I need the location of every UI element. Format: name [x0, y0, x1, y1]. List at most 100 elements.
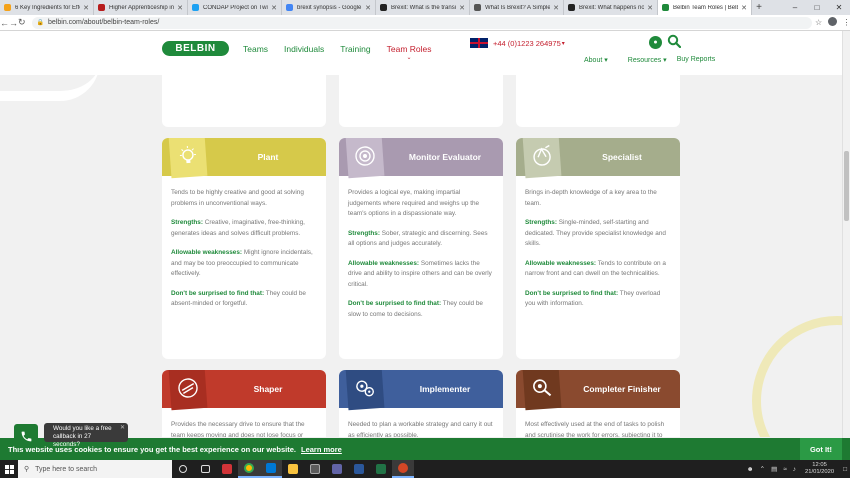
card-header: Shaper — [162, 370, 326, 411]
taskbar-search-input[interactable]: ⚲ Type here to search — [18, 460, 172, 478]
card-strengths: Strengths: Creative, imaginative, free-t… — [171, 219, 305, 237]
back-icon[interactable]: ← — [0, 18, 9, 28]
word-icon[interactable] — [348, 460, 370, 478]
nav-team-roles[interactable]: Team Roles ⌄ — [386, 44, 448, 61]
windows-start-icon[interactable] — [0, 464, 18, 474]
chevron-up-icon[interactable]: ⌃ — [760, 465, 765, 473]
notification-icon[interactable]: □ — [843, 466, 847, 473]
magnifier-icon — [522, 370, 562, 411]
clock-date: 21/01/2020 — [805, 469, 835, 475]
nav-training[interactable]: Training — [340, 44, 370, 54]
main-nav: Teams Individuals Training Team Roles ⌄ — [243, 44, 464, 61]
page-scrollbar[interactable] — [842, 31, 850, 438]
app-icon-red[interactable] — [216, 460, 238, 478]
nav-team-roles-label: Team Roles — [386, 44, 432, 54]
url-field[interactable]: 🔒 belbin.com/about/belbin-team-roles/ — [31, 16, 812, 29]
learn-more-link[interactable]: Learn more — [301, 445, 342, 454]
search-icon[interactable] — [667, 34, 681, 48]
tab-favicon-icon — [4, 4, 11, 11]
browser-tab[interactable]: What Is Brexit? A Simple G ✕ — [470, 0, 564, 15]
close-tab-icon[interactable]: ✕ — [365, 4, 371, 12]
browser-tab[interactable]: Brexit: What happens now?✕ — [564, 0, 658, 15]
close-tab-icon[interactable]: ✕ — [459, 4, 465, 12]
card-header: Implementer — [339, 370, 503, 411]
account-icon[interactable]: ● — [649, 36, 662, 49]
teams-icon[interactable] — [326, 460, 348, 478]
browser-tab[interactable]: Brexit: What is the transitio ✕ — [376, 0, 470, 15]
card-weaknesses: Allowable weaknesses: Tends to contribut… — [525, 259, 666, 278]
card-surprise: Don't be surprised to find that: They co… — [348, 300, 483, 318]
callback-phone-button[interactable] — [14, 424, 38, 448]
outlook-icon[interactable] — [260, 460, 282, 478]
close-tab-icon[interactable]: ✕ — [177, 4, 183, 12]
powerpoint-icon[interactable] — [392, 460, 414, 478]
close-icon[interactable]: ✕ — [120, 424, 125, 432]
card-body: Tends to be highly creative and good at … — [162, 176, 326, 310]
card-title: Monitor Evaluator — [408, 152, 482, 162]
nav-individuals[interactable]: Individuals — [284, 44, 324, 54]
card-strengths: Strengths: Single-minded, self-starting … — [525, 219, 666, 247]
previous-card — [162, 75, 326, 127]
browser-tab[interactable]: Higher Apprenticeship in S ✕ — [94, 0, 188, 15]
tab-favicon-icon — [474, 4, 481, 11]
shaper-icon — [168, 370, 208, 411]
people-icon[interactable]: ☻ — [747, 466, 754, 473]
cookie-message: This website uses cookies to ensure you … — [8, 444, 296, 454]
gears-icon — [345, 370, 385, 411]
phone-text: +44 (0)1223 264975 — [493, 38, 561, 48]
minimize-icon[interactable]: – — [784, 3, 806, 12]
file-explorer-icon[interactable] — [282, 460, 304, 478]
chrome-icon[interactable] — [238, 460, 260, 478]
subnav-resources[interactable]: Resources ▾ — [618, 56, 667, 64]
menu-icon[interactable]: ⋮ — [840, 18, 850, 27]
close-tab-icon[interactable]: ✕ — [83, 4, 89, 12]
browser-tab[interactable]: CONDAP Project on Twitter✕ — [188, 0, 282, 15]
close-tab-icon[interactable]: ✕ — [271, 4, 277, 12]
card-weaknesses: Allowable weaknesses: Sometimes lacks th… — [348, 259, 492, 288]
taskbar-clock[interactable]: 12:05 21/01/2020 — [805, 462, 834, 476]
tab-title: Belbin Team Roles | Belbin — [673, 4, 739, 11]
wifi-icon[interactable]: ≈ — [783, 466, 787, 473]
browser-tab[interactable]: Belbin Team Roles | Belbin ✕ — [658, 0, 752, 15]
tab-title: 6 Key Ingredients for Effecti — [15, 4, 80, 11]
volume-icon[interactable]: ♪ — [793, 466, 796, 473]
forward-icon[interactable]: → — [9, 18, 18, 28]
subnav-about[interactable]: About ▾ — [574, 56, 608, 64]
tab-favicon-icon — [662, 4, 669, 11]
excel-icon[interactable] — [370, 460, 392, 478]
system-tray: ☻ ⌃ ▤ ≈ ♪ 12:05 21/01/2020 □ — [744, 462, 850, 476]
role-card-monitor-evaluator: Monitor Evaluator Provides a logical eye… — [339, 138, 503, 359]
maximize-icon[interactable]: □ — [806, 3, 828, 12]
network-icon[interactable]: ▤ — [771, 465, 777, 473]
bookmark-star-icon[interactable]: ☆ — [812, 18, 826, 27]
browser-tab[interactable]: brexit synopsis - Google Se✕ — [282, 0, 376, 15]
card-body: Most effectively used at the end of task… — [516, 408, 680, 437]
reload-icon[interactable]: ↻ — [18, 17, 26, 28]
card-description: Needed to plan a workable strategy and c… — [348, 421, 493, 437]
clock-time: 12:05 — [812, 462, 827, 468]
tab-title: brexit synopsis - Google Se — [297, 4, 362, 11]
phone-number[interactable]: +44 (0)1223 264975 ▾ — [470, 38, 565, 48]
new-tab-button[interactable]: + — [752, 0, 766, 15]
got-it-button[interactable]: Got It! — [800, 438, 842, 460]
tab-title: Brexit: What is the transitio — [391, 4, 457, 11]
belbin-logo[interactable]: BELBIN — [162, 41, 229, 56]
role-card-shaper: Shaper Provides the necessary drive to e… — [162, 370, 326, 437]
close-tab-icon[interactable]: ✕ — [553, 4, 559, 12]
close-tab-icon[interactable]: ✕ — [741, 4, 747, 12]
close-tab-icon[interactable]: ✕ — [647, 4, 653, 12]
profile-avatar[interactable] — [826, 17, 840, 28]
card-strengths: Strengths: Sober, strategic and discerni… — [348, 229, 488, 248]
task-view-icon[interactable] — [194, 460, 216, 478]
store-icon[interactable] — [304, 460, 326, 478]
card-surprise: Don't be surprised to find that: They ov… — [525, 289, 661, 308]
nav-teams[interactable]: Teams — [243, 44, 268, 54]
chevron-down-icon: ▾ — [561, 40, 565, 47]
callback-bubble[interactable]: Would you like a free callback in 27 sec… — [44, 423, 128, 448]
search-icon: ⚲ — [24, 466, 30, 473]
cortana-icon[interactable] — [172, 460, 194, 478]
subnav-buy-reports[interactable]: Buy Reports — [677, 56, 716, 64]
close-window-icon[interactable]: ✕ — [828, 3, 850, 12]
scroll-thumb[interactable] — [844, 151, 849, 221]
browser-tab[interactable]: 6 Key Ingredients for Effecti✕ — [0, 0, 94, 15]
